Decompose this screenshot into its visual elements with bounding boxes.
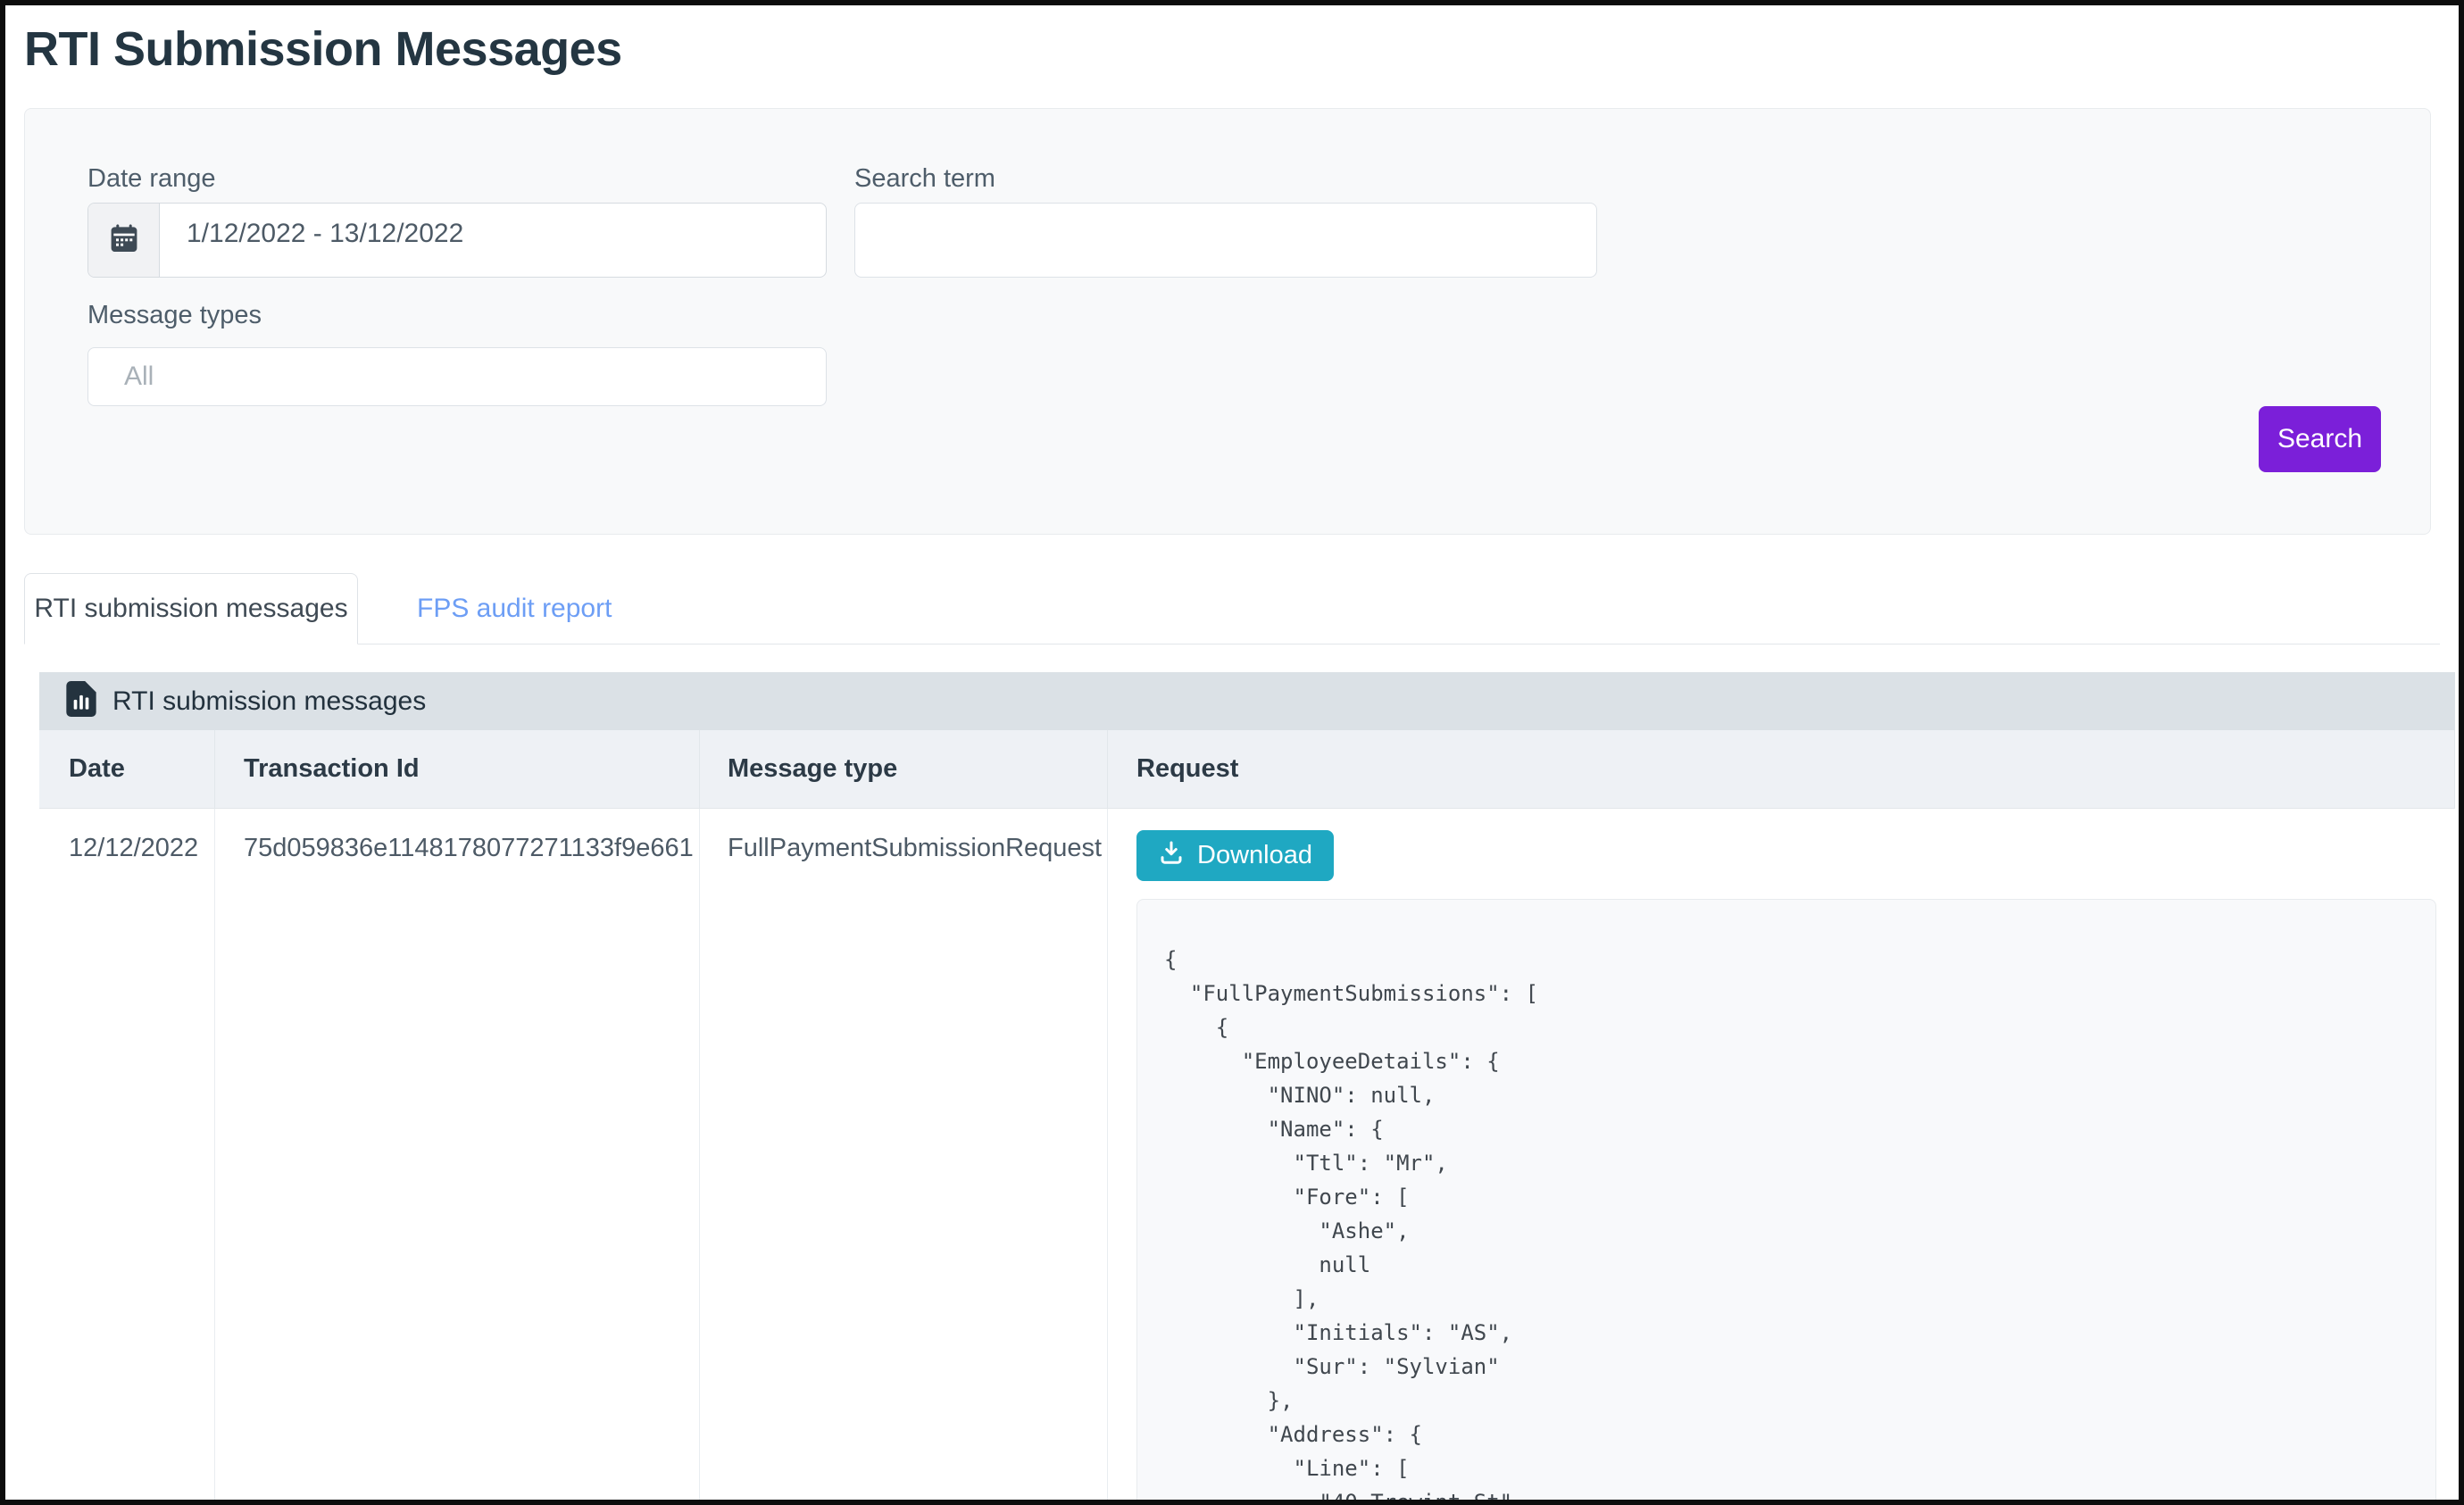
search-button[interactable]: Search [2259, 406, 2381, 472]
rti-messages-card: RTI submission messages Date Transaction… [39, 672, 2455, 1505]
message-types-input[interactable] [87, 347, 827, 406]
column-header-request: Request [1108, 730, 2455, 809]
search-term-input[interactable] [854, 203, 1597, 278]
page-title: RTI Submission Messages [24, 21, 622, 77]
cell-message-type: FullPaymentSubmissionRequest [700, 809, 1108, 1505]
download-icon [1158, 839, 1185, 873]
message-types-label: Message types [87, 301, 262, 330]
tab-fps-audit-report[interactable]: FPS audit report [358, 573, 670, 644]
cell-request: Download { "FullPaymentSubmissions": [ {… [1108, 809, 2455, 1505]
tab-bar: RTI submission messages FPS audit report [24, 573, 2440, 644]
card-header: RTI submission messages [39, 672, 2455, 730]
rti-messages-table: Date Transaction Id Message type Request… [39, 730, 2455, 1505]
rti-submission-messages-page: RTI Submission Messages Date range [0, 0, 2464, 1505]
date-range-calendar-addon[interactable] [88, 204, 160, 277]
download-button[interactable]: Download [1136, 830, 1334, 881]
request-json-text: { "FullPaymentSubmissions": [ { "Employe… [1137, 900, 2435, 1505]
calendar-icon [108, 222, 140, 259]
date-range-label: Date range [87, 164, 216, 194]
date-range-input-group [87, 203, 827, 278]
search-term-label: Search term [854, 164, 995, 194]
column-header-transaction-id: Transaction Id [215, 730, 700, 809]
column-header-date: Date [39, 730, 215, 809]
card-header-title: RTI submission messages [112, 686, 426, 717]
tab-rti-submission-messages[interactable]: RTI submission messages [24, 573, 358, 644]
file-chart-icon [66, 681, 96, 721]
date-range-input[interactable] [160, 204, 826, 277]
column-header-message-type: Message type [700, 730, 1108, 809]
request-json-block: { "FullPaymentSubmissions": [ { "Employe… [1136, 899, 2436, 1505]
download-button-label: Download [1197, 841, 1312, 870]
cell-date: 12/12/2022 [39, 809, 215, 1505]
filter-panel: Date range Search t [24, 108, 2431, 535]
cell-transaction-id: 75d059836e1148178077271133f9e661 [215, 809, 700, 1505]
